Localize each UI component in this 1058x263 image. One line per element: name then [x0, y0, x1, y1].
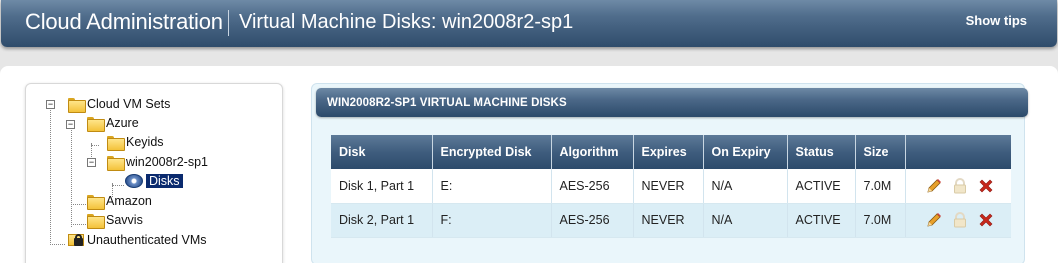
tree-node-label: Keyids	[126, 135, 164, 149]
cell-status: ACTIVE	[787, 203, 856, 238]
folder-icon	[107, 155, 125, 171]
tree-line	[50, 102, 51, 245]
folder-icon	[107, 135, 125, 151]
cell-status: ACTIVE	[787, 169, 856, 204]
column-header-size[interactable]: Size	[855, 135, 906, 169]
column-header-algorithm[interactable]: Algorithm	[551, 135, 634, 169]
tree-node-azure[interactable]: Azure	[87, 114, 139, 132]
pencil-icon[interactable]	[924, 210, 944, 230]
locked-folder-icon	[68, 233, 84, 247]
tree-node-label: Savvis	[106, 213, 143, 227]
content-area: − Cloud VM Sets − Azure Keyids − win2008…	[0, 66, 1058, 263]
disk-icon	[125, 174, 143, 188]
tree-node-label: Amazon	[106, 194, 152, 208]
panel-title: WIN2008R2-SP1 VIRTUAL MACHINE DISKS	[316, 88, 1028, 117]
column-header-status[interactable]: Status	[787, 135, 856, 169]
folder-icon	[68, 97, 86, 113]
disks-table: Disk Encrypted Disk Algorithm Expires On…	[331, 135, 1011, 238]
folder-icon	[87, 116, 105, 132]
collapse-toggle-icon[interactable]: −	[87, 158, 96, 167]
app-header: Cloud Administration Virtual Machine Dis…	[1, 0, 1057, 47]
collapse-toggle-icon[interactable]: −	[46, 100, 55, 109]
cell-actions	[905, 169, 1011, 204]
cell-expires: NEVER	[633, 169, 704, 204]
cell-disk: Disk 1, Part 1	[331, 169, 433, 204]
title-separator	[228, 10, 229, 36]
cell-size: 7.0M	[855, 203, 906, 238]
tree-node-savvis[interactable]: Savvis	[87, 211, 143, 229]
tree-node-vm[interactable]: win2008r2-sp1	[107, 153, 208, 171]
column-header-disk[interactable]: Disk	[331, 135, 433, 169]
tree-line	[91, 145, 99, 146]
tree-node-amazon[interactable]: Amazon	[87, 192, 152, 210]
page-title: Virtual Machine Disks: win2008r2-sp1	[239, 11, 574, 33]
disks-table-container: Disk Encrypted Disk Algorithm Expires On…	[331, 135, 1011, 238]
cell-expires: NEVER	[633, 203, 704, 238]
tree-line	[112, 185, 124, 186]
tree-line	[71, 224, 86, 225]
cell-algorithm: AES-256	[551, 169, 634, 204]
cell-actions	[905, 203, 1011, 238]
tree-panel: − Cloud VM Sets − Azure Keyids − win2008…	[25, 83, 283, 263]
tree-node-label: Unauthenticated VMs	[87, 233, 207, 247]
tree-line	[71, 123, 72, 227]
show-tips-link[interactable]: Show tips	[966, 13, 1027, 28]
tree-node-disks[interactable]: Disks	[125, 172, 183, 190]
tree-line	[71, 204, 86, 205]
tree-node-label: Azure	[106, 116, 139, 130]
cell-on-expiry: N/A	[703, 169, 788, 204]
disks-panel: WIN2008R2-SP1 VIRTUAL MACHINE DISKS Disk…	[311, 83, 1028, 263]
delete-x-icon[interactable]	[976, 210, 996, 230]
table-header-row: Disk Encrypted Disk Algorithm Expires On…	[331, 135, 1011, 169]
app-title: Cloud Administration	[25, 9, 223, 34]
cell-encrypted-disk: F:	[432, 203, 552, 238]
column-header-actions	[905, 135, 1011, 169]
tree-node-unauthenticated-vms[interactable]: Unauthenticated VMs	[68, 231, 207, 249]
tree-node-label-selected: Disks	[146, 174, 183, 188]
tree-node-keyids[interactable]: Keyids	[107, 133, 164, 151]
folder-icon	[87, 213, 105, 229]
tree-line	[50, 244, 65, 245]
cell-on-expiry: N/A	[703, 203, 788, 238]
cell-algorithm: AES-256	[551, 203, 634, 238]
delete-x-icon[interactable]	[976, 176, 996, 196]
tree-node-label: win2008r2-sp1	[126, 155, 208, 169]
tree-node-cloud-vm-sets[interactable]: Cloud VM Sets	[68, 95, 170, 113]
pencil-icon[interactable]	[924, 176, 944, 196]
tree-node-label: Cloud VM Sets	[87, 97, 171, 111]
folder-icon	[87, 194, 105, 210]
column-header-encrypted-disk[interactable]: Encrypted Disk	[432, 135, 552, 169]
lock-icon[interactable]	[950, 176, 970, 196]
column-header-on-expiry[interactable]: On Expiry	[703, 135, 788, 169]
lock-icon[interactable]	[950, 210, 970, 230]
table-row[interactable]: Disk 1, Part 1 E: AES-256 NEVER N/A ACTI…	[331, 169, 1011, 204]
collapse-toggle-icon[interactable]: −	[66, 120, 75, 129]
column-header-expires[interactable]: Expires	[633, 135, 704, 169]
cell-size: 7.0M	[855, 169, 906, 204]
cell-disk: Disk 2, Part 1	[331, 203, 433, 238]
cell-encrypted-disk: E:	[432, 169, 552, 204]
table-row[interactable]: Disk 2, Part 1 F: AES-256 NEVER N/A ACTI…	[331, 203, 1011, 238]
